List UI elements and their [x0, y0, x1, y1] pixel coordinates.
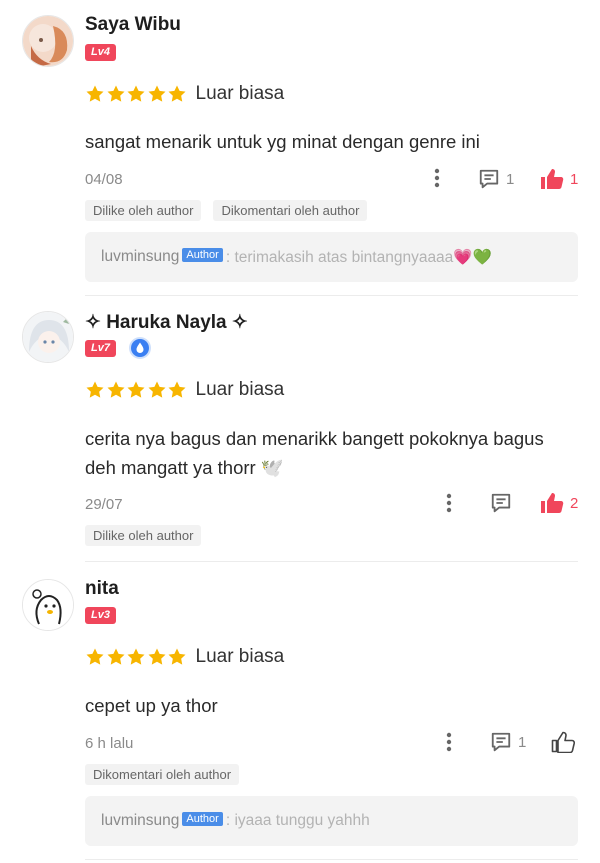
author-badge: Author [182, 812, 223, 826]
star-icon [86, 648, 104, 665]
review-text: sangat menarik untuk yg minat dengan gen… [85, 131, 480, 152]
like-button[interactable]: 2 [540, 492, 578, 514]
avatar[interactable] [22, 15, 74, 67]
star-icon [168, 648, 186, 665]
username[interactable]: nita [85, 578, 119, 600]
reply-username: luvminsung [101, 248, 180, 265]
avatar[interactable] [22, 311, 74, 363]
star-icon [148, 648, 165, 665]
commented-by-author-tag: Dikomentari oleh author [213, 200, 368, 221]
star-icon [148, 381, 165, 398]
thumbs-up-outline-icon [551, 731, 575, 753]
review-text: cepet up ya thor [85, 695, 218, 716]
reply-text: : iyaaa tunggu yahhh [225, 812, 370, 829]
author-reply[interactable]: luvminsung Author : terimakasih atas bin… [85, 232, 578, 282]
level-badge: Lv7 [85, 340, 116, 357]
star-icon [107, 648, 124, 665]
liked-by-author-tag: Dilike oleh author [85, 200, 202, 221]
star-icon [86, 381, 104, 398]
comment-button[interactable]: 1 [478, 168, 514, 190]
reply-username: luvminsung [101, 812, 180, 829]
rating-stars: Luar biasa [85, 83, 284, 105]
reply-text: : terimakasih atas bintangnyaaaa💗💚 [225, 248, 492, 266]
comment-icon [491, 493, 511, 513]
commented-by-author-tag: Dikomentari oleh author [85, 764, 240, 785]
comment-count: 1 [518, 733, 527, 751]
author-tags: Dilike oleh author [85, 525, 202, 546]
star-icon [127, 648, 145, 665]
more-options-icon[interactable] [446, 732, 452, 752]
like-count: 2 [570, 494, 579, 512]
star-icon [127, 381, 145, 398]
comment-button[interactable] [490, 492, 518, 514]
like-count: 1 [570, 170, 579, 188]
star-icon [148, 85, 165, 102]
like-button[interactable]: 1 [540, 168, 578, 190]
thumbs-up-icon [541, 493, 564, 513]
rating-label: Luar biasa [195, 379, 285, 400]
author-tags: Dikomentari oleh author [85, 764, 240, 785]
like-button[interactable] [551, 731, 581, 753]
divider [85, 859, 578, 860]
username[interactable]: Saya Wibu [85, 14, 181, 36]
star-icon [86, 85, 104, 102]
divider [85, 295, 578, 296]
username[interactable]: ✧ Haruka Nayla ✧ [85, 311, 248, 334]
level-badge: Lv3 [85, 607, 116, 624]
rating-stars: Luar biasa [85, 646, 284, 668]
divider [85, 561, 578, 562]
thumbs-up-icon [541, 169, 564, 189]
rating-stars: Luar biasa [85, 379, 284, 401]
star-icon [168, 381, 186, 398]
liked-by-author-tag: Dilike oleh author [85, 525, 202, 546]
review-date: 6 h lalu [85, 735, 134, 752]
review-date: 29/07 [85, 496, 123, 513]
star-icon [107, 381, 124, 398]
rating-label: Luar biasa [195, 83, 285, 104]
comment-icon [491, 732, 511, 752]
rating-label: Luar biasa [195, 646, 285, 667]
star-icon [107, 85, 124, 102]
review-date: 04/08 [85, 171, 123, 188]
more-options-icon[interactable] [446, 493, 452, 513]
review-text: cerita nya bagus dan menarikk bangett po… [85, 428, 544, 478]
level-badge: Lv4 [85, 44, 116, 61]
author-badge: Author [182, 248, 223, 262]
star-icon [168, 85, 186, 102]
more-options-icon[interactable] [434, 168, 440, 188]
comment-icon [479, 169, 499, 189]
avatar[interactable] [22, 579, 74, 631]
star-icon [127, 85, 145, 102]
comment-button[interactable]: 1 [490, 731, 526, 753]
comment-count: 1 [506, 170, 515, 188]
author-tags: Dilike oleh author Dikomentari oleh auth… [85, 200, 368, 221]
author-reply[interactable]: luvminsung Author : iyaaa tunggu yahhh [85, 796, 578, 846]
medal-badge-icon [131, 339, 149, 357]
